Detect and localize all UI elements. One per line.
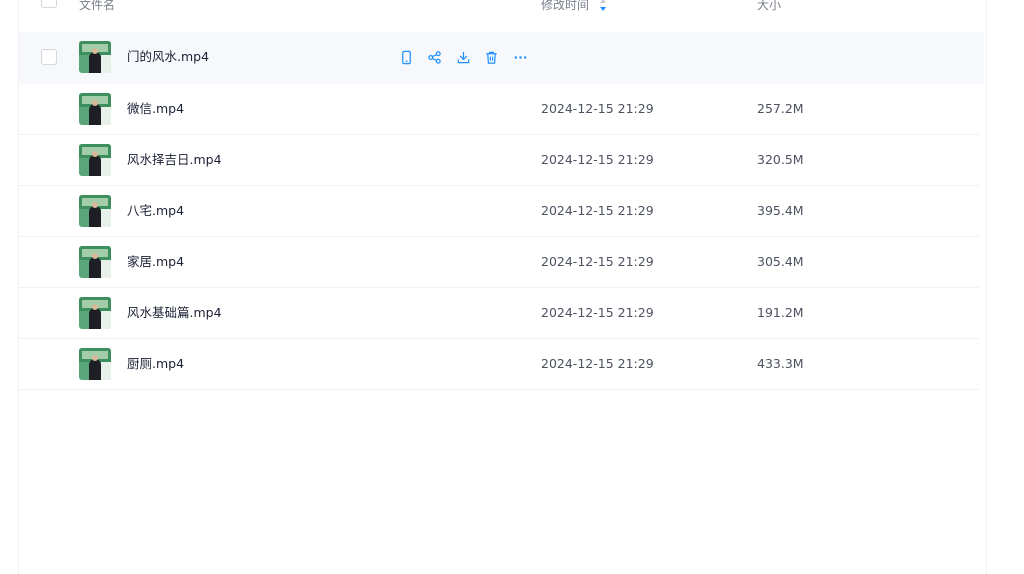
- share-button[interactable]: [426, 48, 444, 66]
- file-name[interactable]: 风水基础篇.mp4: [127, 305, 222, 321]
- video-thumbnail[interactable]: [79, 348, 111, 380]
- modified-time: 2024-12-15 21:29: [541, 152, 654, 167]
- file-row[interactable]: 厨厕.mp4 2024-12-15 21:29 433.3M: [19, 339, 979, 390]
- file-row[interactable]: 风水基础篇.mp4 2024-12-15 21:29 191.2M: [19, 288, 979, 339]
- column-header-modified-time[interactable]: 修改时间: [541, 0, 589, 12]
- select-all-checkbox[interactable]: [41, 0, 57, 8]
- file-row[interactable]: 家居.mp4 2024-12-15 21:29 305.4M: [19, 237, 979, 288]
- file-size: 257.2M: [757, 101, 804, 116]
- file-name[interactable]: 门的风水.mp4: [127, 49, 209, 65]
- file-name[interactable]: 风水择吉日.mp4: [127, 152, 222, 168]
- modified-time: 2024-12-15 21:29: [541, 254, 654, 269]
- file-name[interactable]: 厨厕.mp4: [127, 356, 184, 372]
- download-button[interactable]: [454, 48, 472, 66]
- file-name[interactable]: 家居.mp4: [127, 254, 184, 270]
- file-size: 191.2M: [757, 305, 804, 320]
- file-size: 320.5M: [757, 152, 804, 167]
- file-row[interactable]: 风水择吉日.mp4 2024-12-15 21:29 320.5M: [19, 135, 979, 186]
- file-name[interactable]: 八宅.mp4: [127, 203, 184, 219]
- file-row[interactable]: 微信.mp4 2024-12-15 21:29 257.2M: [19, 84, 979, 135]
- video-thumbnail[interactable]: [79, 93, 111, 125]
- file-row[interactable]: 门的风水.mp4: [19, 32, 984, 84]
- file-row[interactable]: 八宅.mp4 2024-12-15 21:29 395.4M: [19, 186, 979, 237]
- file-rows: 门的风水.mp4 微信.mp4 2024-12-15 21:29 257.2M 风水择吉…: [19, 32, 984, 390]
- download-icon: [456, 50, 471, 65]
- delete-button[interactable]: [483, 48, 501, 66]
- more-icon: [513, 50, 528, 65]
- video-thumbnail[interactable]: [79, 195, 111, 227]
- modified-time: 2024-12-15 21:29: [541, 203, 654, 218]
- modified-time: 2024-12-15 21:29: [541, 305, 654, 320]
- video-thumbnail[interactable]: [79, 246, 111, 278]
- column-header-name[interactable]: 文件名: [79, 0, 115, 12]
- file-size: 433.3M: [757, 356, 804, 371]
- video-thumbnail[interactable]: [79, 41, 111, 73]
- send-to-phone-button[interactable]: [397, 48, 415, 66]
- file-list-panel: 文件名 修改时间 大小 门的风水.mp4 微信.mp4 2024-12-15 21:…: [18, 0, 987, 574]
- sort-desc-icon[interactable]: [599, 0, 607, 12]
- modified-time: 2024-12-15 21:29: [541, 101, 654, 116]
- mobile-icon: [399, 50, 414, 65]
- table-header: 文件名 修改时间 大小: [19, 0, 986, 20]
- video-thumbnail[interactable]: [79, 297, 111, 329]
- file-name[interactable]: 微信.mp4: [127, 101, 184, 117]
- column-header-size[interactable]: 大小: [757, 0, 781, 12]
- row-actions: [397, 48, 540, 66]
- file-size: 305.4M: [757, 254, 804, 269]
- more-actions-button[interactable]: [511, 48, 529, 66]
- file-size: 395.4M: [757, 203, 804, 218]
- delete-icon: [484, 50, 499, 65]
- modified-time: 2024-12-15 21:29: [541, 356, 654, 371]
- row-checkbox[interactable]: [41, 49, 57, 65]
- video-thumbnail[interactable]: [79, 144, 111, 176]
- share-icon: [427, 50, 442, 65]
